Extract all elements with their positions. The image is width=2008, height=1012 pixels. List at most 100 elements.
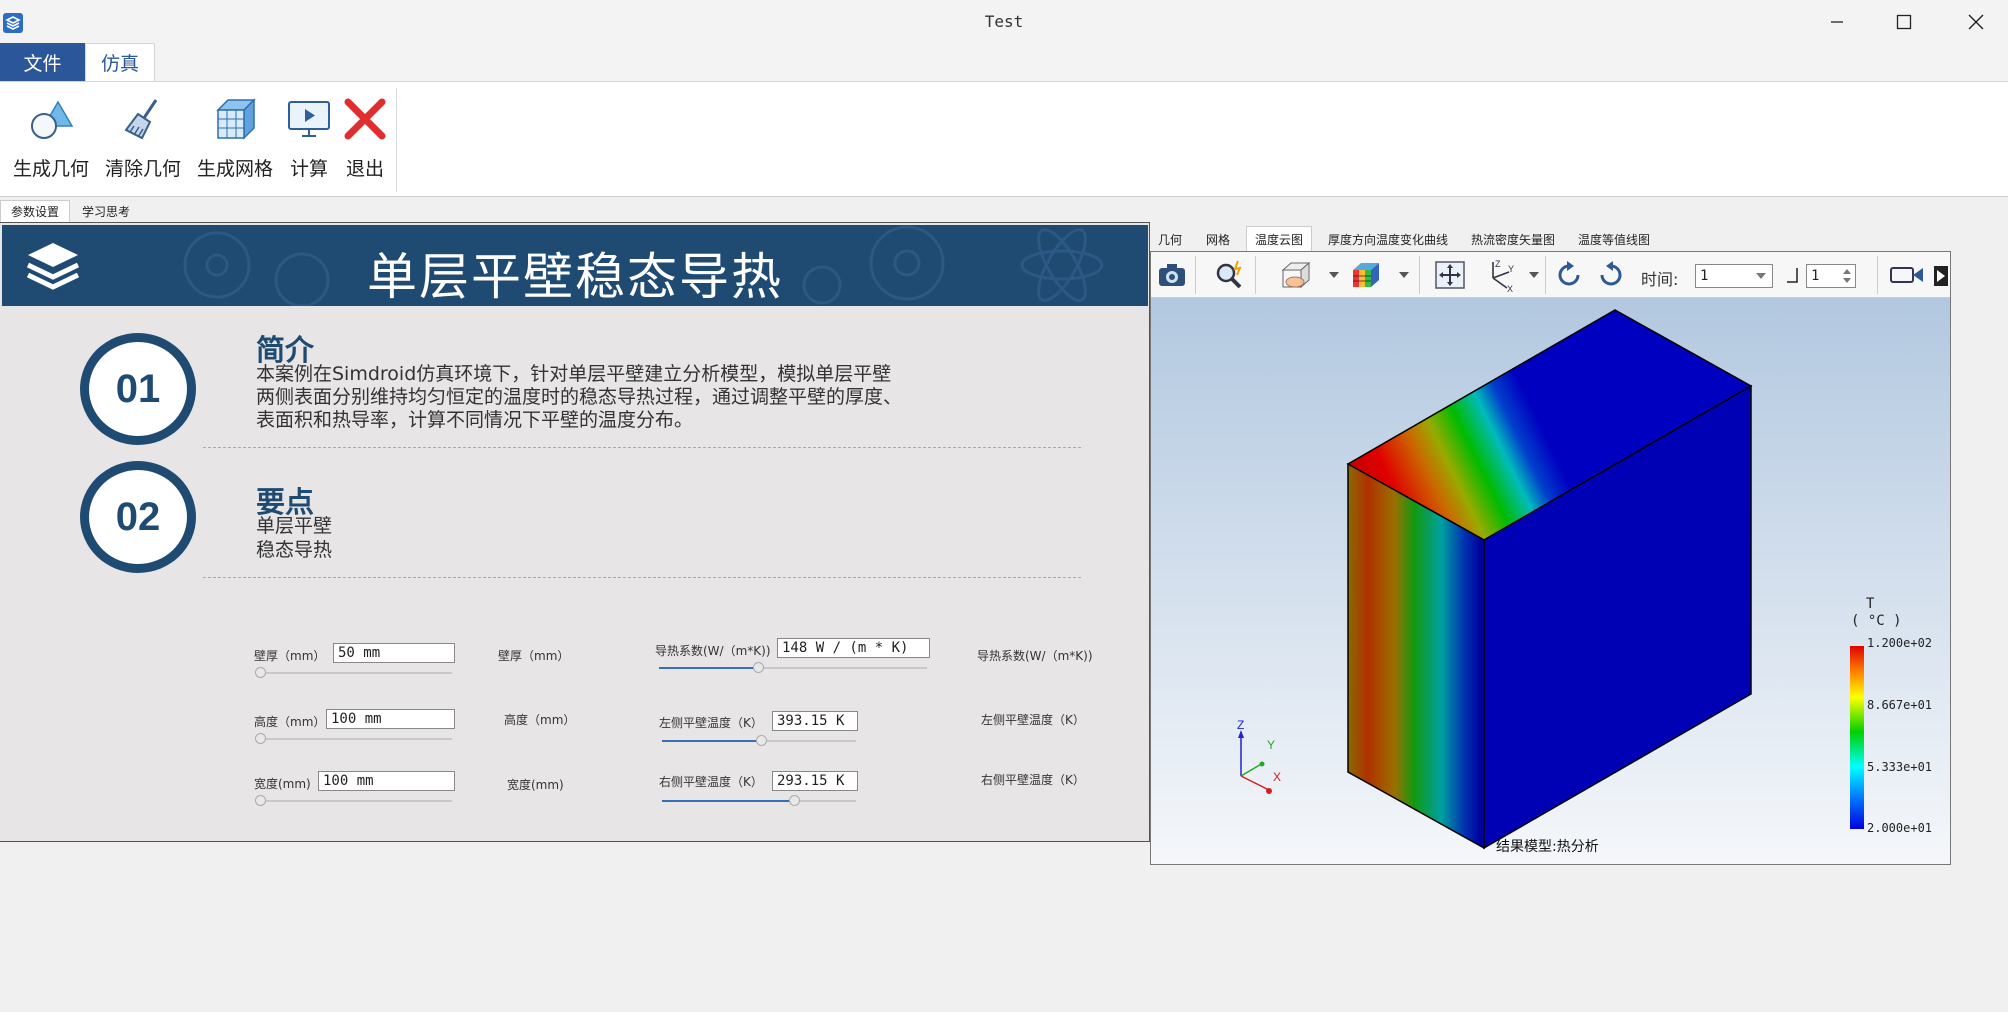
page-tab-bar: 参数设置 学习思考 [0, 200, 1150, 222]
section-text-line: 单层平壁 [256, 515, 333, 537]
generate-mesh-label: 生成网格 [196, 158, 273, 180]
left-temperature-label-secondary: 左侧平壁温度（K） [981, 713, 1085, 727]
toolbar-separator [1255, 256, 1256, 294]
width-label-secondary: 宽度(mm) [507, 778, 564, 792]
ribbon-separator [396, 88, 397, 192]
tab-temperature-isoline[interactable]: 温度等值线图 [1570, 226, 1658, 252]
thickness-slider[interactable] [255, 667, 452, 678]
maximize-button[interactable] [1869, 0, 1939, 43]
thickness-input[interactable]: 50 mm [333, 643, 455, 663]
generate-mesh-button[interactable]: 生成网格 [196, 92, 274, 192]
right-temperature-input[interactable]: 293.15 K [772, 771, 858, 791]
chevron-down-icon[interactable] [1399, 272, 1409, 280]
conductivity-label: 导热系数(W/（m*K)) [655, 644, 771, 658]
legend-color-bar [1850, 646, 1864, 829]
viewer-toolbar: ZY X 时间: 1 1 [1151, 252, 1950, 298]
generate-geometry-label: 生成几何 [12, 158, 89, 180]
title-bar: Test [0, 0, 2008, 43]
zoom-wand-icon[interactable] [1213, 258, 1247, 292]
time-select[interactable]: 1 [1695, 264, 1773, 288]
conductivity-slider[interactable] [659, 662, 927, 673]
svg-text:Y: Y [1508, 264, 1514, 274]
legend-value: 5.333e+01 [1867, 760, 1933, 774]
video-camera-icon[interactable] [1887, 258, 1927, 292]
width-label: 宽度(mm) [254, 777, 311, 791]
triad-y-label: Y [1267, 738, 1276, 752]
tab-study-thinking[interactable]: 学习思考 [72, 200, 140, 222]
slider-knob[interactable] [788, 795, 800, 806]
window-title: Test [984, 12, 1024, 31]
mesh-cube-icon [216, 98, 256, 140]
axes-icon[interactable]: ZY X [1481, 258, 1515, 292]
red-x-icon [344, 98, 386, 140]
result-model-caption: 结果模型:热分析 [1496, 839, 1599, 855]
conductivity-label-secondary: 导热系数(W/（m*K)) [977, 649, 1093, 663]
height-input[interactable]: 100 mm [326, 709, 455, 729]
right-temperature-label: 右侧平壁温度（K） [659, 775, 763, 789]
tab-mesh[interactable]: 网格 [1198, 226, 1238, 252]
minimize-button[interactable] [1802, 0, 1872, 43]
color-cube-icon[interactable] [1348, 258, 1382, 292]
tab-file[interactable]: 文件 [0, 43, 85, 81]
section-text-line: 本案例在Simdroid仿真环境下，针对单层平壁建立分析模型，模拟单层平壁 [256, 363, 892, 385]
view-cube-icon[interactable] [1278, 258, 1312, 292]
left-temperature-input[interactable]: 393.15 K [772, 711, 858, 731]
slider-knob[interactable] [255, 667, 266, 678]
section-text-line: 表面积和热导率，计算不同情况下平壁的温度分布。 [256, 409, 694, 431]
chevron-down-icon[interactable] [1529, 272, 1539, 280]
tab-temperature-contour[interactable]: 温度云图 [1246, 226, 1313, 252]
slider-knob[interactable] [255, 795, 266, 806]
overflow-arrow-icon[interactable] [1934, 266, 1948, 286]
exit-button[interactable]: 退出 [340, 92, 390, 192]
right-temperature-label-secondary: 右侧平壁温度（K） [981, 773, 1085, 787]
step-spinbox[interactable]: 1 [1806, 264, 1856, 288]
slider-knob[interactable] [255, 733, 266, 744]
slider-knob[interactable] [755, 735, 767, 746]
close-button[interactable] [1941, 0, 2008, 43]
height-slider[interactable] [255, 733, 452, 744]
fit-view-icon[interactable] [1433, 258, 1467, 292]
width-input[interactable]: 100 mm [318, 771, 455, 791]
generate-geometry-button[interactable]: 生成几何 [12, 92, 90, 192]
tab-thickness-temperature-curve[interactable]: 厚度方向温度变化曲线 [1320, 226, 1456, 252]
rotate-cw-icon[interactable] [1594, 258, 1628, 292]
section-number-badge: 01 [80, 333, 196, 445]
camera-icon[interactable] [1155, 258, 1189, 292]
slider-knob[interactable] [753, 662, 765, 673]
section-text-line: 稳态导热 [256, 539, 333, 561]
rotate-ccw-icon[interactable] [1552, 258, 1586, 292]
compute-button[interactable]: 计算 [284, 92, 334, 192]
tab-geometry[interactable]: 几何 [1150, 226, 1190, 252]
tab-simulation[interactable]: 仿真 [85, 43, 155, 81]
svg-text:X: X [1507, 284, 1513, 292]
conductivity-input[interactable]: 148 W / (m * K) [777, 638, 930, 658]
tab-parameter-settings[interactable]: 参数设置 [0, 200, 71, 222]
toolbar-separator [1545, 256, 1546, 294]
toolbar-separator [1877, 256, 1878, 294]
section-number-badge: 02 [80, 461, 196, 573]
right-temperature-slider[interactable] [662, 795, 856, 806]
temperature-contour-box [1238, 309, 1753, 850]
banner-title: 单层平壁稳态导热 [367, 248, 783, 306]
width-slider[interactable] [255, 795, 452, 806]
left-temperature-slider[interactable] [662, 735, 856, 746]
parameter-panel: 单层平壁稳态导热 01 简介 本案例在Simdroid仿真环境下，针对单层平壁建… [0, 222, 1150, 842]
ribbon-tab-bar: 文件 仿真 [0, 43, 2008, 81]
spin-arrows-icon[interactable] [1843, 268, 1851, 284]
exit-label: 退出 [345, 158, 384, 180]
chevron-down-icon[interactable] [1329, 272, 1339, 280]
legend-unit: ( °C ) [1851, 613, 1902, 629]
step-value: 1 [1811, 268, 1820, 284]
triad-x-label: X [1273, 770, 1282, 784]
section-divider [203, 577, 1081, 578]
chevron-down-icon [1756, 273, 1766, 279]
section-text-line: 两侧表面分别维持均匀恒定的温度时的稳态导热过程，通过调整平壁的厚度、 [256, 386, 903, 408]
3d-viewport[interactable]: Z Y X 结果模型:热分析 [1151, 298, 1950, 864]
left-temperature-label: 左侧平壁温度（K） [659, 716, 763, 730]
toolbar-separator [1195, 256, 1196, 294]
banner: 单层平壁稳态导热 [2, 225, 1148, 306]
tab-heat-flux-vector[interactable]: 热流密度矢量图 [1463, 226, 1563, 252]
legend-value: 8.667e+01 [1867, 698, 1933, 712]
compute-label: 计算 [289, 158, 328, 180]
clear-geometry-button[interactable]: 清除几何 [104, 92, 182, 192]
